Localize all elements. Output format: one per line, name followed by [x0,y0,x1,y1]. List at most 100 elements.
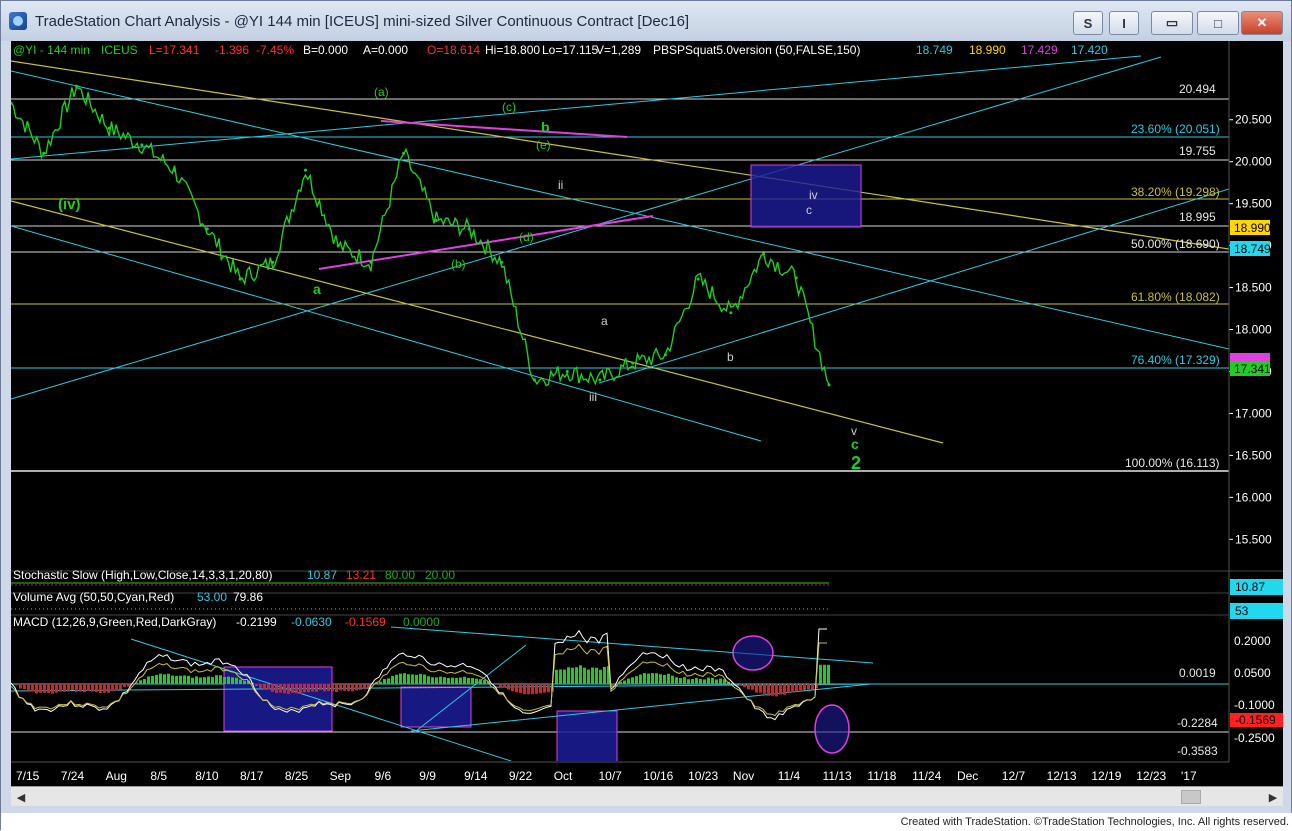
macd-histogram-bar [471,678,474,684]
time-axis-label: 8/10 [195,769,219,783]
macd-histogram-bar [511,684,514,691]
macd-histogram-bar [395,675,398,684]
macd-value-box-label: -0.1569 [1235,713,1276,727]
macd-histogram-bar [407,674,410,684]
macd-histogram-bar [243,681,246,684]
macd-trendline-top [391,627,873,663]
macd-histogram-bar [611,684,614,686]
macd-histogram-bar [495,684,498,685]
macd-histogram-bar [323,684,326,691]
minimize-button[interactable]: ▭ [1151,11,1193,35]
scroll-left-icon[interactable]: ◀ [11,787,31,807]
macd-histogram-bar [303,684,306,692]
time-axis-label: 8/25 [285,769,309,783]
macd-histogram-bar [663,675,666,684]
macd-histogram-bar [439,677,442,684]
wave-label-a-paren: (a) [374,85,389,99]
macd-histogram-bar [43,684,46,693]
macd-histogram-bar [127,684,130,687]
price-axis-tick: 15.500 [1235,532,1272,546]
scroll-thumb[interactable] [1181,790,1201,804]
macd-histogram-bar [67,684,70,692]
yellow-trendline-lower [11,201,943,443]
horizontal-scrollbar[interactable]: ◀ ▶ [11,786,1283,806]
macd-histogram-bar [339,684,342,690]
macd-histogram-bar [355,684,358,690]
time-axis-label: 8/5 [150,769,167,783]
macd-histogram-bar [75,684,78,692]
macd-histogram-bar [647,674,650,684]
i-button[interactable]: I [1109,11,1139,35]
macd-ellipse-bottom [815,705,849,753]
close-button[interactable]: ✕ [1241,11,1283,35]
time-axis-label: 7/15 [16,769,40,783]
macd-histogram-bar [587,670,590,684]
header-net: -1.396 [215,43,249,57]
macd-histogram-bar [119,684,122,690]
time-axis-label: 9/9 [419,769,436,783]
cyan-channel-2 [11,57,1161,399]
price-axis-tick: 19.500 [1235,197,1272,211]
macd-histogram-bar [715,679,718,684]
macd-histogram-bar [759,684,762,693]
macd-histogram-bar [559,669,562,684]
time-axis-label: 11/18 [867,769,896,783]
macd-histogram-bar [147,676,150,684]
macd-histogram-bar [543,684,546,693]
macd-histogram-bar [655,673,658,684]
macd-histogram-bar [499,684,502,687]
macd-histogram-bar [519,684,522,693]
level-label-10000: 100.00% (16.113) [1125,456,1220,470]
time-axis-label: 12/13 [1047,769,1077,783]
macd-histogram-bar [203,677,206,684]
macd-level-label-0019: 0.0019 [1179,666,1216,680]
title-bar[interactable]: TradeStation Chart Analysis - @YI 144 mi… [1,1,1291,41]
macd-histogram-bar [275,684,278,693]
macd-histogram-bar [79,684,82,692]
macd-histogram-bar [631,677,634,684]
macd-histogram-bar [451,678,454,684]
macd-histogram-bar [283,684,286,693]
macd-histogram-bar [539,684,542,693]
price-point [271,261,274,264]
price-point [42,152,45,155]
volume-label: Volume Avg (50,50,Cyan,Red) [13,590,174,604]
price-series-line [11,87,829,385]
level-label-18995: 18.995 [1179,210,1216,224]
macd-histogram-bar [567,667,570,684]
macd-histogram-bar [811,684,814,690]
time-axis-label: 11/4 [778,769,801,783]
macd-histogram-bar [435,677,438,684]
scroll-right-icon[interactable]: ▶ [1263,787,1283,807]
time-axis-label: 10/16 [643,769,673,783]
macd-label: MACD (12,26,9,Green,Red,DarkGray) [13,615,216,629]
macd-v3: -0.1569 [345,615,386,629]
macd-histogram-bar [39,684,42,693]
macd-histogram-bar [199,677,202,684]
macd-histogram-bar [627,679,630,684]
macd-histogram-bar [455,678,458,684]
maximize-button[interactable]: □ [1197,11,1239,35]
header-last: L=17.341 [149,43,200,57]
header-exchange: ICEUS [101,43,138,57]
time-axis-label: 10/7 [599,769,623,783]
price-box-magenta [1230,353,1270,361]
stochastic-v4: 20.00 [425,568,455,582]
macd-histogram-bar [419,674,422,684]
chart-area[interactable]: @YI - 144 min ICEUS L=17.341 -1.396 -7.4… [11,41,1283,786]
macd-histogram-bar [783,684,786,695]
macd-v1: -0.2199 [236,615,277,629]
wave-label-a: a [313,281,321,297]
macd-level-label-2284: -0.2284 [1177,716,1218,730]
level-label-7640: 76.40% (17.329) [1131,353,1220,367]
macd-histogram-bar [399,674,402,684]
chart-svg[interactable]: @YI - 144 min ICEUS L=17.341 -1.396 -7.4… [11,41,1283,786]
macd-histogram-bar [47,684,50,693]
volume-value-box-label: 53 [1235,604,1249,618]
s-button[interactable]: S [1073,11,1103,35]
macd-histogram-bar [507,684,510,690]
macd-histogram-bar [515,684,518,692]
time-axis-label: 9/14 [464,769,488,783]
macd-histogram-bar [475,679,478,684]
volume-v1: 53.00 [197,590,227,604]
